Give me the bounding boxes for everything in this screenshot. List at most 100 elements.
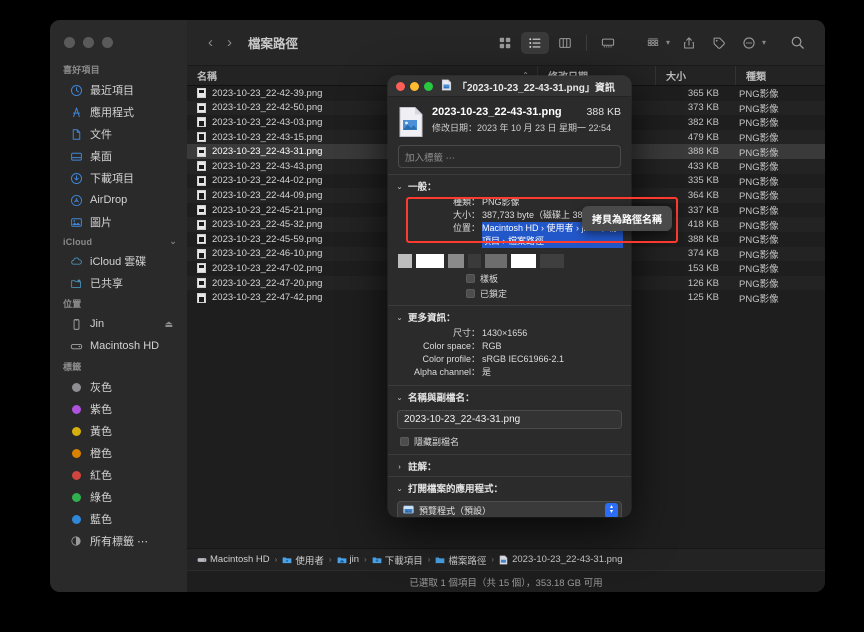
default-app-dropdown[interactable]: 預覽程式（預設） ▴ ▾ <box>397 501 622 517</box>
group-by-button[interactable] <box>639 32 667 54</box>
sidebar-item-tag-gray[interactable]: 灰色 <box>56 376 181 398</box>
info-window-titlebar[interactable]: 「2023-10-23_22-43-31.png」資訊 <box>388 76 631 97</box>
swatch[interactable] <box>398 254 412 268</box>
tags-button[interactable] <box>705 32 733 54</box>
sidebar-item-tag-blue[interactable]: 藍色 <box>56 508 181 530</box>
finder-traffic-lights[interactable] <box>50 24 187 60</box>
field-hide-extension[interactable]: 隱藏副檔名 <box>388 434 631 449</box>
file-name-input[interactable]: 2023-10-23_22-43-31.png <box>397 410 622 429</box>
disclosure-open-icon[interactable]: ⌄ <box>395 313 404 322</box>
tag-dot-icon <box>69 512 83 526</box>
add-tags-input[interactable]: 加入標籤 ⋯ <box>398 145 621 168</box>
toolbar-actions: ▾ ▾ <box>491 31 811 54</box>
list-view-button[interactable] <box>520 31 549 54</box>
sidebar-item-applications[interactable]: 應用程式 <box>56 101 181 123</box>
png-thumbnail-icon <box>197 234 206 245</box>
breadcrumb-item[interactable]: 使用者 <box>282 553 324 567</box>
sidebar-item-label: 最近項目 <box>90 85 134 97</box>
field-key: Color profile： <box>422 354 480 364</box>
sidebar-item-macintosh-hd[interactable]: Macintosh HD <box>56 335 181 357</box>
chevron-down-icon[interactable]: ▾ <box>762 38 766 47</box>
share-button[interactable] <box>675 32 703 54</box>
finder-sidebar[interactable]: 喜好項目 最近項目 應用程式 文件 桌面 下載項目 AirDrop 圖片 iCl… <box>50 20 187 592</box>
sidebar-item-jin-device[interactable]: Jin ⏏ <box>56 313 181 335</box>
breadcrumb-item[interactable]: 檔案路徑 <box>435 553 486 567</box>
sidebar-item-airdrop[interactable]: AirDrop <box>56 189 181 211</box>
section-more-info-header[interactable]: ⌄ 更多資訊： <box>388 306 631 327</box>
breadcrumb[interactable]: Macintosh HD › 使用者 › jin › 下載項目 › 檔案路徑 › 2023-10-2… <box>187 548 825 570</box>
sidebar-item-pictures[interactable]: 圖片 <box>56 211 181 233</box>
column-view-button[interactable] <box>551 32 579 54</box>
disclosure-open-icon[interactable]: ⌄ <box>395 182 404 191</box>
section-name-extension-header[interactable]: ⌄ 名稱與副檔名： <box>388 386 631 407</box>
context-menu-copy-as-pathname[interactable]: 拷貝為路徑名稱 <box>582 206 672 231</box>
swatch[interactable] <box>485 254 507 268</box>
swatch[interactable] <box>448 254 464 268</box>
file-name-label: 2023-10-23_22-42-50.png <box>212 102 323 114</box>
field-stationery[interactable]: 樣板 <box>388 271 631 286</box>
back-button[interactable]: ‹ <box>201 34 220 51</box>
column-header-kind[interactable]: 種類 <box>735 66 825 85</box>
eject-icon[interactable]: ⏏ <box>164 319 173 330</box>
file-row-size: 126 KB <box>687 277 719 289</box>
chevron-down-icon[interactable]: ▾ <box>666 38 670 47</box>
sidebar-item-tag-purple[interactable]: 紫色 <box>56 398 181 420</box>
sidebar-item-recents[interactable]: 最近項目 <box>56 79 181 101</box>
sidebar-item-tag-green[interactable]: 綠色 <box>56 486 181 508</box>
sidebar-item-desktop[interactable]: 桌面 <box>56 145 181 167</box>
gallery-view-button[interactable] <box>594 32 622 54</box>
sidebar-item-icloud-drive[interactable]: iCloud 雲碟 <box>56 250 181 272</box>
file-name-label: 2023-10-23_22-45-32.png <box>212 219 323 231</box>
swatch[interactable] <box>540 254 564 268</box>
tag-color-swatches[interactable] <box>388 251 631 271</box>
sidebar-item-all-tags[interactable]: 所有標籤 ⋯ <box>56 530 181 552</box>
sidebar-item-downloads[interactable]: 下載項目 <box>56 167 181 189</box>
file-row-size: 373 KB <box>687 102 719 114</box>
preview-app-icon <box>403 505 414 515</box>
column-header-size[interactable]: 大小 <box>655 66 735 85</box>
disclosure-open-icon[interactable]: ⌄ <box>395 393 404 402</box>
section-comments-header[interactable]: › 註解： <box>388 455 631 476</box>
more-actions-button[interactable] <box>735 32 763 54</box>
section-general-header[interactable]: ⌄ 一般： <box>388 175 631 196</box>
minimize-button[interactable] <box>83 37 94 48</box>
sidebar-item-documents[interactable]: 文件 <box>56 123 181 145</box>
icon-view-button[interactable] <box>491 32 519 54</box>
swatch[interactable] <box>511 254 536 268</box>
forward-button[interactable]: › <box>220 34 239 51</box>
breadcrumb-item[interactable]: Macintosh HD <box>197 554 270 565</box>
disclosure-closed-icon[interactable]: › <box>395 462 404 471</box>
file-row-size: 364 KB <box>687 189 719 201</box>
swatch[interactable] <box>468 254 481 268</box>
sidebar-item-tag-orange[interactable]: 橙色 <box>56 442 181 464</box>
info-close-button[interactable] <box>396 81 405 91</box>
file-name-label: 2023-10-23_22-43-03.png <box>212 116 323 128</box>
chevron-down-icon[interactable]: ⌄ <box>169 236 177 247</box>
locked-checkbox[interactable] <box>466 289 475 298</box>
tag-dot-icon <box>69 380 83 394</box>
breadcrumb-item[interactable]: jin <box>337 554 359 565</box>
section-open-with-header[interactable]: ⌄ 打開檔案的應用程式： <box>388 477 631 498</box>
search-button[interactable] <box>783 32 811 54</box>
tag-dot-icon <box>69 446 83 460</box>
sidebar-item-label: 藍色 <box>90 514 112 526</box>
close-button[interactable] <box>64 37 75 48</box>
chevron-updown-icon[interactable]: ▴ ▾ <box>605 502 618 517</box>
hide-extension-checkbox[interactable] <box>400 437 409 446</box>
swatch[interactable] <box>416 254 444 268</box>
file-name-label: 2023-10-23_22-47-20.png <box>212 277 323 289</box>
zoom-button[interactable] <box>102 37 113 48</box>
stationery-checkbox[interactable] <box>466 274 475 283</box>
breadcrumb-item[interactable]: 2023-10-23_22-43-31.png <box>499 554 623 565</box>
info-minimize-button[interactable] <box>410 81 419 91</box>
sidebar-item-tag-yellow[interactable]: 黃色 <box>56 420 181 442</box>
folder-users-icon <box>282 555 292 565</box>
breadcrumb-item[interactable]: 下載項目 <box>372 553 423 567</box>
info-zoom-button[interactable] <box>424 81 433 91</box>
sidebar-group-icloud-header[interactable]: iCloud ⌄ <box>50 233 187 250</box>
disclosure-open-icon[interactable]: ⌄ <box>395 484 404 493</box>
sidebar-item-shared[interactable]: 已共享 <box>56 272 181 294</box>
sidebar-item-tag-red[interactable]: 紅色 <box>56 464 181 486</box>
field-locked[interactable]: 已鎖定 <box>388 286 631 301</box>
info-traffic-lights[interactable] <box>396 81 433 91</box>
